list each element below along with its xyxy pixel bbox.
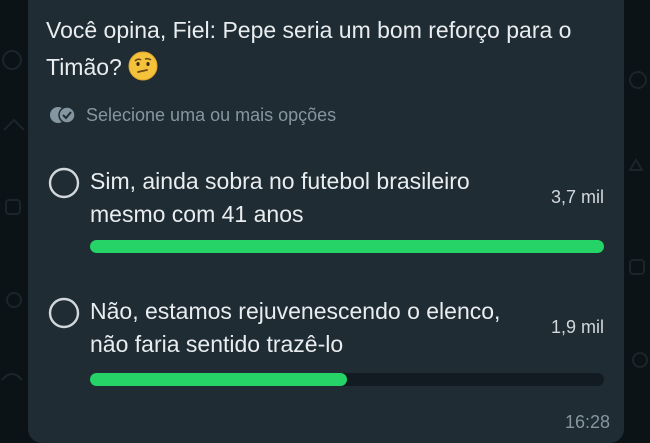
poll-option-progress-fill <box>90 373 347 386</box>
poll-message-bubble: Você opina, Fiel: Pepe seria um bom refo… <box>28 0 624 443</box>
radio-unchecked-icon[interactable] <box>48 167 80 199</box>
radio-unchecked-icon[interactable] <box>48 297 80 329</box>
poll-option-label: Sim, ainda sobra no futebol brasileiro m… <box>90 168 470 227</box>
poll-question: Você opina, Fiel: Pepe seria um bom refo… <box>46 12 606 86</box>
poll-option-count[interactable]: 1,9 mil <box>551 317 604 338</box>
poll-hint: Selecione uma ou mais opções <box>48 104 336 126</box>
poll-option-label: Não, estamos rejuvenescendo o elenco, nã… <box>90 298 501 357</box>
poll-hint-text: Selecione uma ou mais opções <box>86 104 337 125</box>
thinking-face-icon <box>128 51 158 81</box>
poll-question-text: Você opina, Fiel: Pepe seria um bom refo… <box>46 17 572 80</box>
poll-option-progress-track <box>90 240 604 253</box>
poll-option-progress-fill <box>90 240 604 253</box>
poll-option-count[interactable]: 3,7 mil <box>551 187 604 208</box>
double-check-icon <box>50 106 76 124</box>
poll-option-progress-track <box>90 373 604 386</box>
message-timestamp: 16:28 <box>564 412 610 432</box>
